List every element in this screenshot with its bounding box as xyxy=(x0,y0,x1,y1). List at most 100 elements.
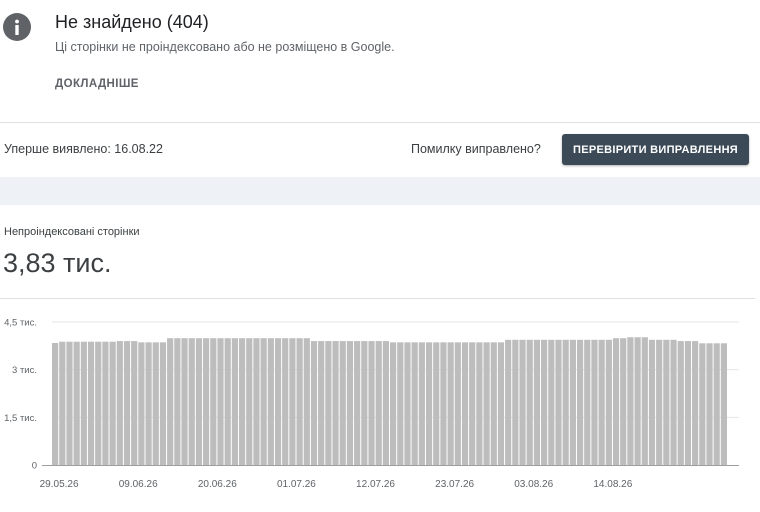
bar xyxy=(490,342,497,465)
bar xyxy=(425,342,433,465)
bar xyxy=(195,338,203,465)
bar xyxy=(138,342,145,465)
bar xyxy=(684,341,692,465)
bar xyxy=(217,338,224,465)
bar xyxy=(238,338,246,465)
bar xyxy=(203,338,210,465)
x-tick-label: 23.07.26 xyxy=(435,479,474,490)
bar xyxy=(706,343,713,465)
bar-chart: 0 1,5 тис. 3 тис. 4,5 тис. 29.05.26 09.06.26 2… xyxy=(4,318,739,490)
bar xyxy=(289,338,296,465)
bar xyxy=(584,339,591,465)
bar xyxy=(224,338,231,465)
bar xyxy=(612,338,620,465)
bar xyxy=(95,341,102,465)
bar xyxy=(167,338,174,465)
bar xyxy=(354,341,361,465)
bar xyxy=(66,341,73,465)
bar xyxy=(497,342,505,465)
bar xyxy=(231,338,238,465)
bar xyxy=(274,338,282,465)
bar xyxy=(476,342,483,465)
bar xyxy=(80,341,87,465)
bar xyxy=(576,339,584,465)
bar xyxy=(296,338,303,465)
bar xyxy=(512,339,519,465)
x-tick-label: 20.06.26 xyxy=(198,479,237,490)
bar xyxy=(282,338,289,465)
bar xyxy=(591,339,598,465)
bar xyxy=(634,337,641,465)
bar xyxy=(411,342,418,465)
bar xyxy=(368,341,375,465)
bar xyxy=(339,341,346,465)
bar xyxy=(699,343,706,465)
x-tick-label: 14.08.26 xyxy=(593,479,632,490)
bar xyxy=(59,341,66,465)
bar xyxy=(641,337,648,465)
bar xyxy=(382,341,389,465)
bar xyxy=(648,339,656,465)
bar xyxy=(533,339,541,465)
bar xyxy=(310,341,318,465)
bar xyxy=(109,341,116,465)
bar xyxy=(188,338,195,465)
x-tick-label: 01.07.26 xyxy=(277,479,316,490)
bar xyxy=(346,341,354,465)
y-tick-label: 3 тис. xyxy=(12,365,37,376)
bar xyxy=(569,339,576,465)
bar xyxy=(620,338,627,465)
bar xyxy=(562,339,569,465)
y-tick-label: 4,5 тис. xyxy=(4,318,37,329)
bar xyxy=(713,343,720,465)
bar xyxy=(720,343,727,465)
bar xyxy=(541,339,548,465)
bar xyxy=(174,338,181,465)
bar xyxy=(656,339,663,465)
bar xyxy=(598,339,605,465)
bar xyxy=(519,339,526,465)
bar xyxy=(131,341,138,465)
bar xyxy=(246,338,253,465)
bar xyxy=(181,338,188,465)
bar xyxy=(454,342,461,465)
bar xyxy=(670,339,677,465)
bar xyxy=(73,341,80,465)
bar xyxy=(375,341,382,465)
bar xyxy=(548,339,555,465)
bar xyxy=(303,338,310,465)
bar xyxy=(605,339,612,465)
bar xyxy=(483,342,490,465)
bar xyxy=(505,339,512,465)
bar xyxy=(116,341,123,465)
bar xyxy=(404,342,411,465)
bar xyxy=(325,341,332,465)
bar xyxy=(555,339,562,465)
bar xyxy=(145,342,152,465)
bar xyxy=(469,342,476,465)
bar xyxy=(102,341,109,465)
bar xyxy=(526,339,533,465)
y-tick-label: 1,5 тис. xyxy=(4,413,37,424)
bar xyxy=(418,342,425,465)
bar xyxy=(692,341,699,465)
x-tick-label: 03.08.26 xyxy=(514,479,553,490)
bar xyxy=(123,341,131,465)
bar xyxy=(152,342,159,465)
bar xyxy=(52,342,59,465)
bar xyxy=(159,342,167,465)
bar xyxy=(332,341,339,465)
x-tick-label: 09.06.26 xyxy=(119,479,158,490)
bar xyxy=(318,341,325,465)
bar xyxy=(361,341,368,465)
bar xyxy=(267,338,274,465)
bar xyxy=(390,342,397,465)
bar xyxy=(87,341,95,465)
bar xyxy=(260,338,267,465)
x-tick-label: 12.07.26 xyxy=(356,479,395,490)
bar xyxy=(397,342,404,465)
bar xyxy=(447,342,454,465)
bar xyxy=(433,342,440,465)
x-tick-label: 29.05.26 xyxy=(40,479,79,490)
bar xyxy=(627,337,634,465)
